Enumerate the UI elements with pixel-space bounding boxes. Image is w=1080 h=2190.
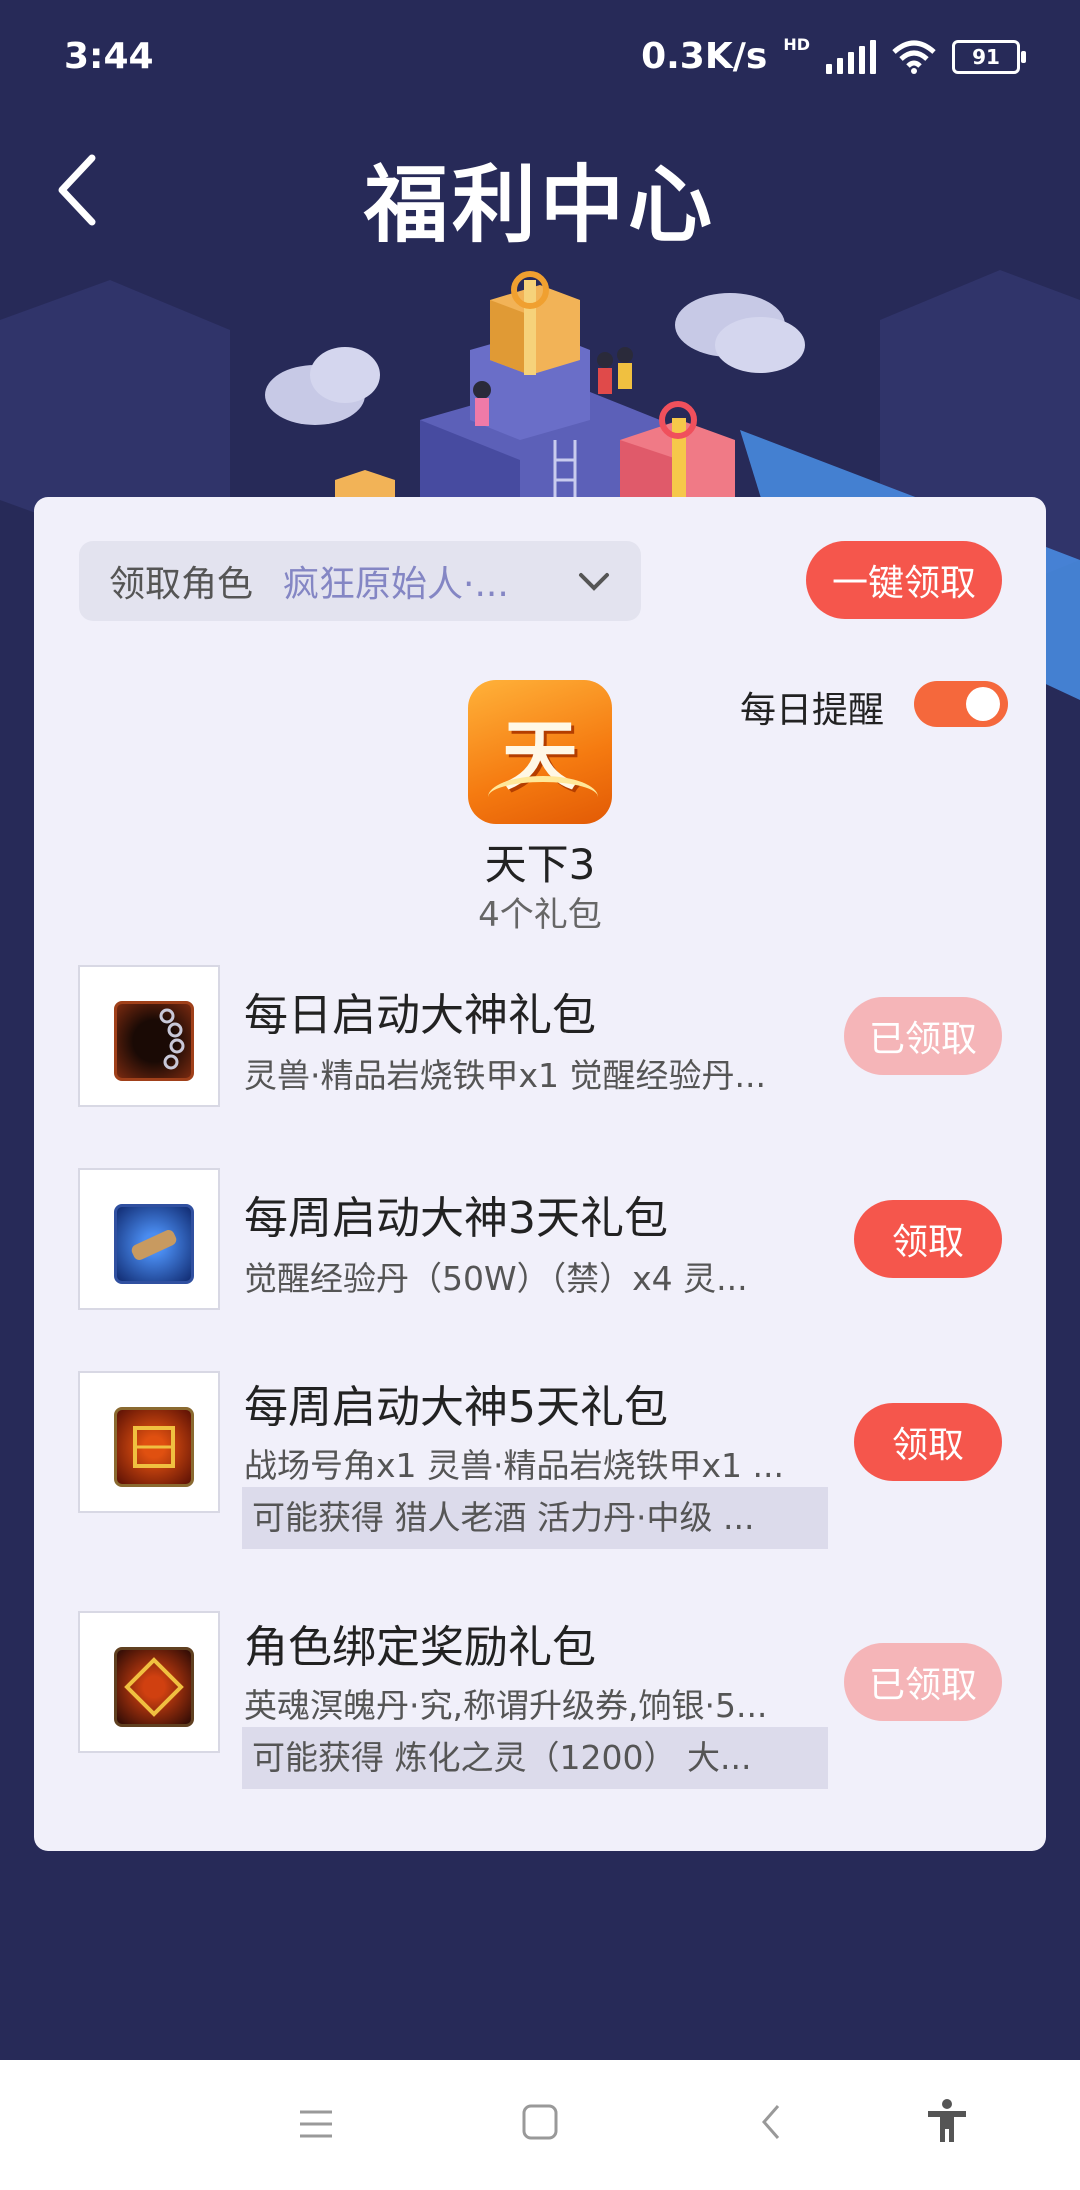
chest-icon bbox=[133, 1426, 175, 1468]
gift-thumbnail bbox=[78, 1611, 220, 1753]
gift-title: 每周启动大神3天礼包 bbox=[244, 1193, 668, 1244]
rune-icon bbox=[124, 1657, 184, 1717]
wifi-icon bbox=[892, 40, 936, 74]
page-title: 福利中心 bbox=[363, 156, 716, 254]
gift-title: 每周启动大神5天礼包 bbox=[244, 1382, 668, 1433]
system-nav-bar bbox=[0, 2060, 1080, 2190]
gift-thumbnail bbox=[78, 1168, 220, 1310]
role-selector[interactable]: 领取角色 疯狂原始人·... bbox=[79, 541, 641, 621]
battery-icon: 91 bbox=[952, 39, 1026, 74]
menu-icon[interactable] bbox=[296, 2104, 336, 2144]
scroll-icon bbox=[131, 1230, 177, 1260]
status-bar: 3:44 0.3K/s HD 91 bbox=[0, 0, 1080, 110]
back-nav-icon[interactable] bbox=[752, 2102, 792, 2142]
gift-thumbnail bbox=[78, 965, 220, 1107]
welfare-card: 领取角色 疯狂原始人·... 一键领取 每日提醒 天下 天下3 4个礼包 每日启… bbox=[34, 497, 1046, 1851]
chevron-down-icon bbox=[579, 573, 609, 591]
gift-description: 觉醒经验丹（50W）（禁）x4 灵... bbox=[244, 1259, 748, 1298]
daily-reminder-label: 每日提醒 bbox=[740, 690, 885, 731]
status-time: 3:44 bbox=[64, 36, 154, 77]
claimed-button[interactable]: 已领取 bbox=[844, 1643, 1002, 1721]
claim-button[interactable]: 领取 bbox=[854, 1403, 1002, 1481]
accessibility-icon[interactable] bbox=[924, 2098, 970, 2144]
signal-icon bbox=[826, 39, 876, 74]
gift-thumbnail bbox=[78, 1371, 220, 1513]
daily-reminder-toggle[interactable] bbox=[914, 681, 1008, 727]
gift-description: 灵兽·精品岩烧铁甲x1 觉醒经验丹... bbox=[244, 1056, 766, 1095]
toggle-knob bbox=[966, 687, 1000, 721]
claim-button[interactable]: 领取 bbox=[854, 1200, 1002, 1278]
gift-description: 战场号角x1 灵兽·精品岩烧铁甲x1 ... bbox=[244, 1446, 784, 1485]
gift-description: 英魂溟魄丹·究,称谓升级券,饷银·5... bbox=[244, 1686, 768, 1725]
chain-icon bbox=[159, 1008, 185, 1070]
gift-possible-rewards: 可能获得 炼化之灵（1200） 大... bbox=[242, 1727, 828, 1789]
status-indicators: 0.3K/s HD 91 bbox=[641, 35, 1026, 77]
gift-count: 4个礼包 bbox=[478, 895, 602, 935]
game-name: 天下3 bbox=[484, 840, 596, 889]
gift-title: 角色绑定奖励礼包 bbox=[244, 1622, 596, 1673]
network-speed: 0.3K/s bbox=[641, 36, 768, 77]
role-selector-value: 疯狂原始人·... bbox=[283, 564, 509, 605]
gift-title: 每日启动大神礼包 bbox=[244, 990, 596, 1041]
claim-all-button[interactable]: 一键领取 bbox=[806, 541, 1002, 619]
home-icon[interactable] bbox=[520, 2102, 560, 2142]
gift-possible-rewards: 可能获得 猎人老酒 活力丹·中级 ... bbox=[242, 1487, 828, 1549]
network-type: HD bbox=[783, 35, 810, 54]
claimed-button[interactable]: 已领取 bbox=[844, 997, 1002, 1075]
game-icon: 天下 bbox=[468, 680, 612, 824]
role-selector-label: 领取角色 bbox=[109, 564, 254, 605]
